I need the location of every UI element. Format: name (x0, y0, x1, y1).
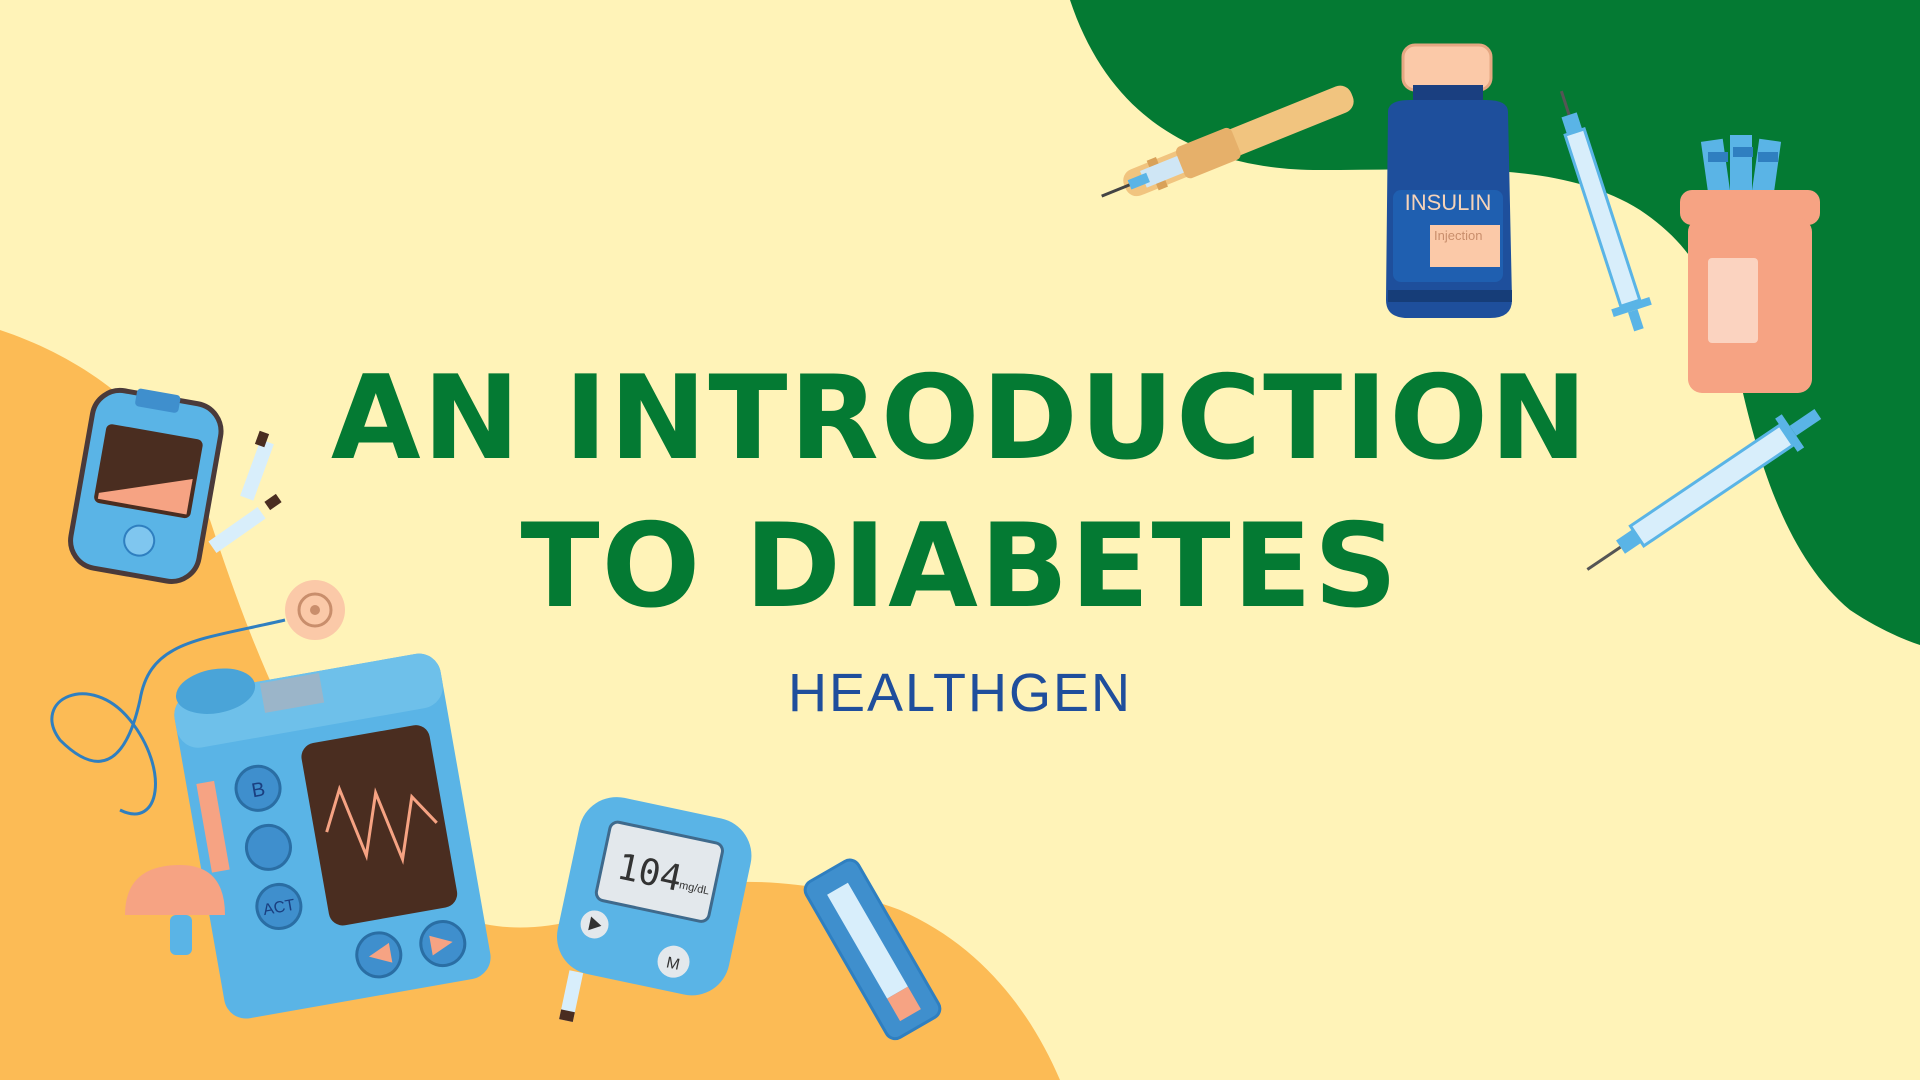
insulin-bottle-icon: INSULIN Injection (1386, 43, 1512, 318)
title-slide: AN INTRODUCTION TO DIABETES HEALTHGEN IN… (0, 0, 1920, 1080)
injector-tray-icon (803, 858, 942, 1041)
insulin-pump-icon: B ACT (174, 653, 491, 1019)
syringe-diagonal-icon (1586, 409, 1822, 571)
cgm-sensor-icon (125, 865, 225, 955)
insulin-sub-label: Injection (1434, 228, 1482, 243)
syringe-icon (1559, 90, 1652, 332)
glucose-meter-icon (68, 387, 224, 584)
test-strip-bottle-icon (1680, 135, 1820, 393)
lancing-pen-icon (1101, 85, 1354, 198)
insulin-label: INSULIN (1405, 190, 1492, 215)
glucose-meter-bottom-icon: 104 mg/dL M (556, 797, 752, 1023)
medical-illustrations: INSULIN Injection B ACT 104 mg/dL M (50, 43, 1822, 1041)
